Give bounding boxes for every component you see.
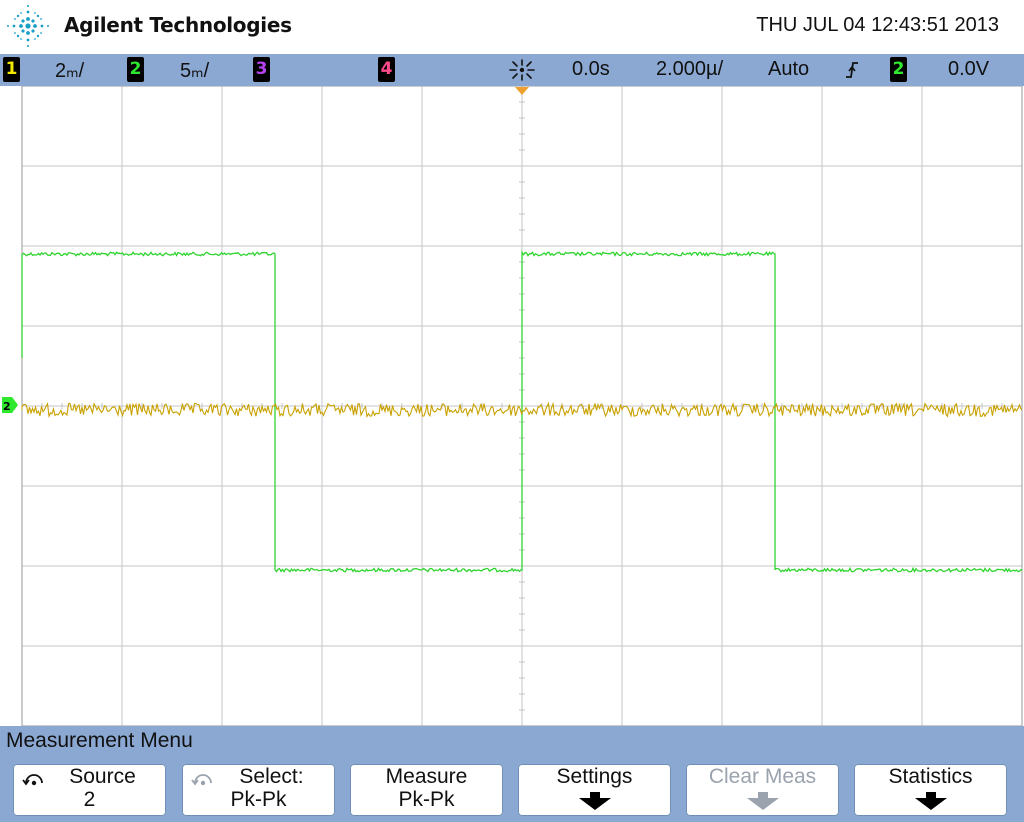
run-stop-star-icon xyxy=(509,59,535,81)
source-softkey-label: Source xyxy=(69,765,136,788)
agilent-spark-logo-icon xyxy=(7,5,49,47)
down-arrow-icon xyxy=(747,792,779,810)
trigger-source: 2 xyxy=(892,59,905,79)
channel-1-scale[interactable]: 2ₘ/ xyxy=(55,58,84,83)
status-bar: 1 2ₘ/ 2 5ₘ/ 3 4 0.0s 2.000µ/ Auto 2 0.0V xyxy=(0,54,1024,86)
measure-softkey-label: Measure xyxy=(385,765,468,788)
waveform-graticule: 2 xyxy=(2,86,1023,726)
time-scale[interactable]: 2.000µ/ xyxy=(656,58,723,81)
date-time: THU JUL 04 12:43:51 2013 xyxy=(756,14,999,36)
measure-softkey[interactable]: Measure Pk-Pk xyxy=(350,764,503,816)
select-softkey-label: Select: xyxy=(239,765,304,788)
select-softkey-value: Pk-Pk xyxy=(230,788,287,811)
title-bar: Agilent Technologies THU JUL 04 12:43:51… xyxy=(0,0,1024,54)
settings-softkey-label: Settings xyxy=(556,765,633,788)
ground-marker-label: 2 xyxy=(3,400,11,413)
rising-edge-icon xyxy=(846,62,858,78)
time-delay[interactable]: 0.0s xyxy=(572,58,610,81)
trigger-level[interactable]: 0.0V xyxy=(948,58,989,81)
statistics-softkey-label: Statistics xyxy=(888,765,973,788)
channel-2-number: 2 xyxy=(129,59,142,79)
softkey-menu: Measurement Menu Source 2 Select: Pk-Pk … xyxy=(0,726,1024,822)
clear-meas-softkey[interactable]: Clear Meas xyxy=(686,764,839,816)
trigger-position-marker-icon[interactable] xyxy=(515,87,529,95)
trigger-source-badge[interactable]: 2 xyxy=(890,57,907,82)
waveform-display[interactable]: 2 xyxy=(0,86,1024,726)
source-softkey[interactable]: Source 2 xyxy=(13,764,166,816)
down-arrow-icon xyxy=(915,792,947,810)
select-softkey[interactable]: Select: Pk-Pk xyxy=(182,764,335,816)
channel-1-number: 1 xyxy=(5,59,18,79)
clear-meas-softkey-label: Clear Meas xyxy=(708,765,817,788)
channel-4-number: 4 xyxy=(380,59,393,79)
channel-2-badge[interactable]: 2 xyxy=(127,57,144,82)
waveform-traces xyxy=(21,250,1023,574)
channel-3-badge[interactable]: 3 xyxy=(253,57,270,82)
measure-softkey-value: Pk-Pk xyxy=(398,788,455,811)
down-arrow-icon xyxy=(579,792,611,810)
channel-4-badge[interactable]: 4 xyxy=(378,57,395,82)
channel-1-badge[interactable]: 1 xyxy=(3,57,20,82)
source-softkey-value: 2 xyxy=(83,788,96,811)
trigger-mode[interactable]: Auto xyxy=(768,58,809,81)
menu-title: Measurement Menu xyxy=(6,729,193,752)
channel-3-number: 3 xyxy=(255,59,268,79)
channel-ground-marker[interactable]: 2 xyxy=(2,397,18,413)
settings-softkey[interactable]: Settings xyxy=(518,764,671,816)
channel-2-scale[interactable]: 5ₘ/ xyxy=(180,58,209,83)
statistics-softkey[interactable]: Statistics xyxy=(854,764,1007,816)
brand-name: Agilent Technologies xyxy=(64,13,292,37)
